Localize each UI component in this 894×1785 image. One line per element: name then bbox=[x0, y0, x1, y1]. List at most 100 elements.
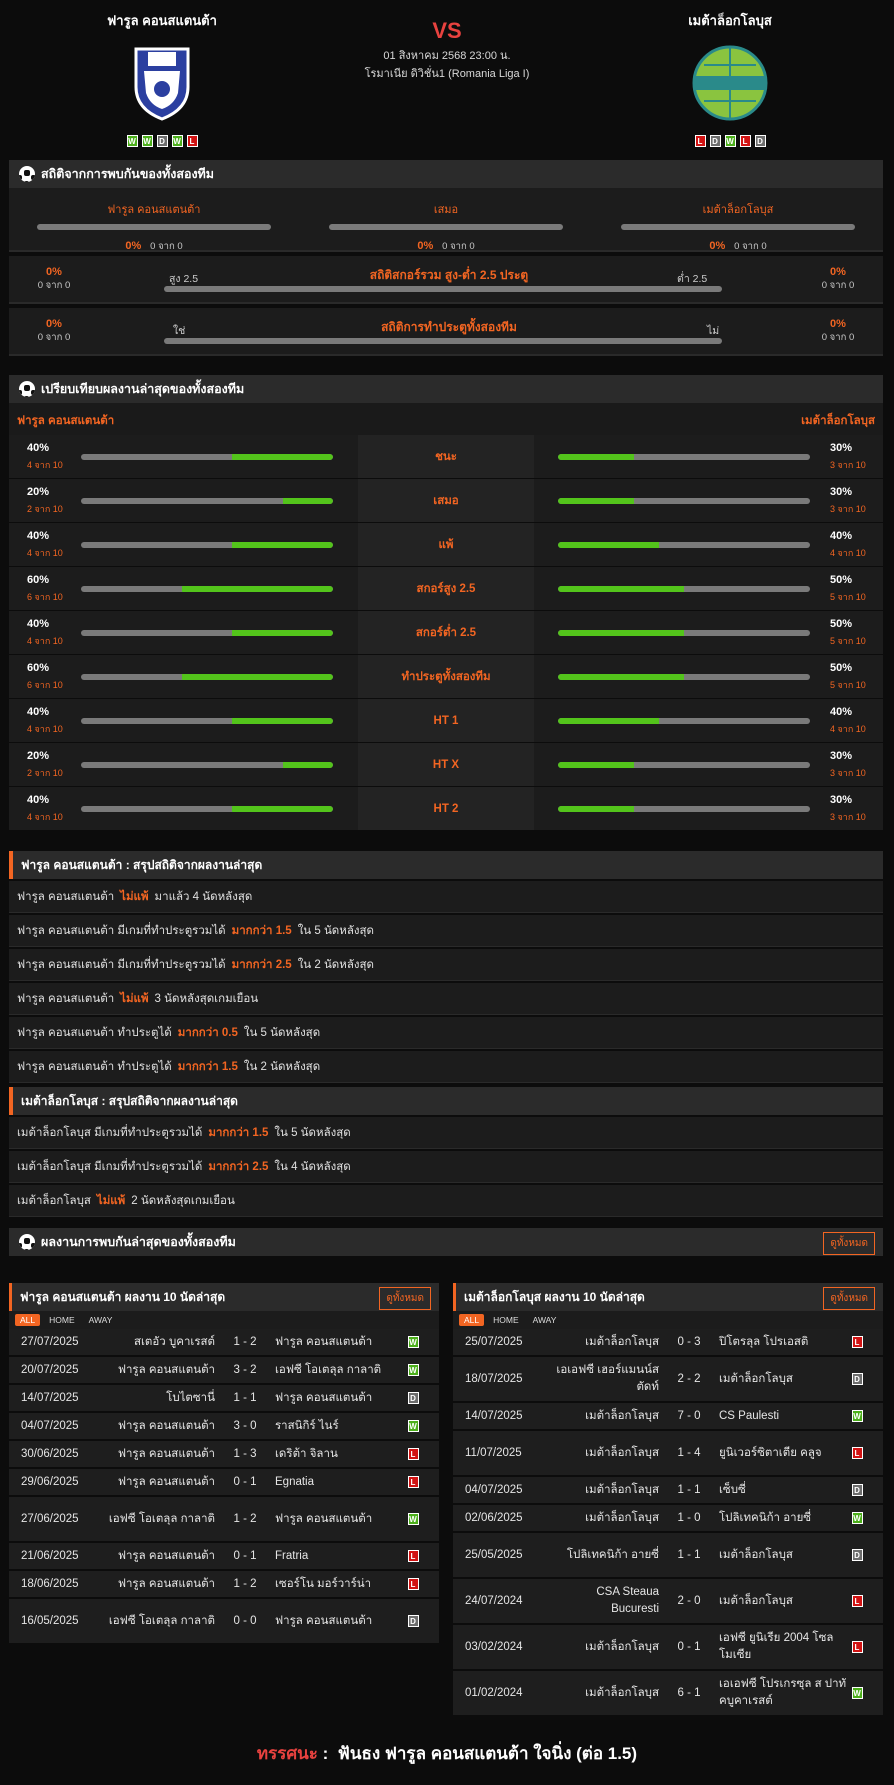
match-result: L bbox=[847, 1447, 867, 1459]
away-progress-fill bbox=[558, 762, 634, 768]
match-result: L bbox=[403, 1448, 423, 1460]
tab-away[interactable]: AWAY bbox=[84, 1314, 118, 1326]
match-home-team: ฟารูล คอนสแตนต้า bbox=[117, 1549, 215, 1562]
match-row[interactable]: 14/07/2025 เมต้าล็อกโลบุส 7 - 0 CS Paulesti… bbox=[453, 1403, 883, 1431]
match-date: 20/07/2025 bbox=[21, 1364, 79, 1376]
match-row[interactable]: 24/07/2024 CSA Steaua Bucuresti 2 - 0 เมต้า… bbox=[453, 1579, 883, 1625]
away-pct: 50% bbox=[830, 618, 853, 630]
home-matches-title: ฟารูล คอนสแตนต้า ผลงาน 10 นัดล่าสุด bbox=[20, 1289, 226, 1304]
summary-highlight: มากกว่า 2.5 bbox=[208, 1160, 269, 1173]
match-row[interactable]: 25/05/2025 โปลิเทคนิก้า อายซี่ 1 - 1 เมต้าล… bbox=[453, 1533, 883, 1579]
match-home-team: เมต้าล็อกโลบุส bbox=[585, 1446, 659, 1459]
home-matches-view-all-button[interactable]: ดูทั้งหมด bbox=[379, 1287, 431, 1310]
h2h-home-count: 0 จาก 0 bbox=[150, 241, 183, 252]
match-date: 27/06/2025 bbox=[21, 1513, 79, 1525]
match-score: 3 - 0 bbox=[233, 1420, 257, 1432]
home-progress-bar bbox=[81, 498, 333, 504]
tab-home[interactable]: HOME bbox=[488, 1314, 524, 1326]
away-count: 3 จาก 10 bbox=[830, 812, 866, 822]
home-progress-fill bbox=[181, 586, 333, 592]
match-row[interactable]: 27/07/2025 สเตอัว บูคาเรสต์ 1 - 2 ฟารูล คอน… bbox=[9, 1329, 439, 1357]
match-row[interactable]: 16/05/2025 เอฟซี โอเตลุล กาลาติ 0 - 0 ฟารูล… bbox=[9, 1599, 439, 1645]
match-away-team: เซอร์โน มอร์วาร์น่า bbox=[275, 1577, 372, 1590]
away-matches-view-all-button[interactable]: ดูทั้งหมด bbox=[823, 1287, 875, 1310]
compare-away-side: 40% 4 จาก 10 bbox=[534, 699, 883, 742]
match-row[interactable]: 18/07/2025 เอเอฟซี เฮอร์แมนน์สตัดท์ 2 - 2 เ… bbox=[453, 1357, 883, 1403]
match-row[interactable]: 02/06/2025 เมต้าล็อกโลบุส 1 - 0 โปลิเทคนิก้… bbox=[453, 1505, 883, 1533]
away-progress-fill bbox=[558, 806, 634, 812]
match-row[interactable]: 14/07/2025 โบไตซานี่ 1 - 1 ฟารูล คอนสแตนต้า… bbox=[9, 1385, 439, 1413]
h2h-draw-label: เสมอ bbox=[433, 204, 459, 216]
compare-row: 40% 4 จาก 10 ชนะ 30% 3 จาก 10 bbox=[9, 435, 883, 479]
compare-section: เปรียบเทียบผลงานล่าสุดของทั้งสองทีม ฟารู… bbox=[9, 375, 883, 831]
match-row[interactable]: 21/06/2025 ฟารูล คอนสแตนต้า 0 - 1 Fratria L bbox=[9, 1543, 439, 1571]
compare-away-side: 30% 3 จาก 10 bbox=[534, 479, 883, 522]
match-row[interactable]: 30/06/2025 ฟารูล คอนสแตนต้า 1 - 3 เดริต้า จ… bbox=[9, 1441, 439, 1469]
result-badge-w: W bbox=[851, 1410, 863, 1422]
match-away-team: Egnatia bbox=[275, 1475, 315, 1488]
compare-away-label: เมต้าล็อกโลบุส bbox=[801, 415, 875, 427]
summary-suffix: ใน 4 นัดหลังสุด bbox=[274, 1160, 351, 1173]
away-progress-fill bbox=[558, 498, 634, 504]
match-row[interactable]: 20/07/2025 ฟารูล คอนสแตนต้า 3 - 2 เอฟซี โอเ… bbox=[9, 1357, 439, 1385]
match-score: 1 - 1 bbox=[233, 1392, 257, 1404]
home-count: 4 จาก 10 bbox=[27, 460, 63, 470]
summary-row: ฟารูล คอนสแตนต้า มีเกมที่ทำประตูรวมได้ มา… bbox=[9, 915, 883, 947]
summary-row: เมต้าล็อกโลบุส มีเกมที่ทำประตูรวมได้ มากก… bbox=[9, 1117, 883, 1149]
result-badge-l: L bbox=[407, 1448, 419, 1460]
btts-right-label: ไม่ bbox=[707, 325, 720, 337]
match-away-team: โปลิเทคนิก้า อายซี่ bbox=[719, 1511, 812, 1524]
btts-right-pct: 0% bbox=[830, 318, 846, 330]
h2h-home-bar bbox=[37, 224, 271, 230]
match-home-team: เอเอฟซี เฮอร์แมนน์สตัดท์ bbox=[556, 1364, 659, 1393]
match-row[interactable]: 04/07/2025 ฟารูล คอนสแตนต้า 3 - 0 ราสนิกิร์… bbox=[9, 1413, 439, 1441]
summary-text: ฟารูล คอนสแตนต้า ทำประตูได้ bbox=[17, 1060, 172, 1073]
result-badge-l: L bbox=[851, 1447, 863, 1459]
away-matches-header: เมต้าล็อกโลบุส ผลงาน 10 นัดล่าสุด ดูทั้งห… bbox=[453, 1283, 883, 1311]
away-progress-bar bbox=[558, 542, 810, 548]
away-team[interactable]: เมต้าล็อกโลบุส LDWLD bbox=[630, 10, 830, 147]
home-progress-fill bbox=[232, 718, 333, 724]
match-row[interactable]: 18/06/2025 ฟารูล คอนสแตนต้า 1 - 2 เซอร์โน ม… bbox=[9, 1571, 439, 1599]
match-away-team: ฟารูล คอนสแตนต้า bbox=[275, 1614, 373, 1627]
match-score: 1 - 1 bbox=[677, 1484, 701, 1496]
recent-title: ผลงานการพบกันล่าสุดของทั้งสองทีม bbox=[41, 1235, 236, 1249]
tab-home[interactable]: HOME bbox=[44, 1314, 80, 1326]
compare-label: เสมอ bbox=[358, 479, 534, 522]
match-result: L bbox=[847, 1336, 867, 1348]
away-matches-tabs: ALL HOME AWAY bbox=[453, 1311, 883, 1329]
tab-all[interactable]: ALL bbox=[459, 1314, 485, 1326]
away-progress-fill bbox=[558, 454, 634, 460]
match-home-team: เมต้าล็อกโลบุส bbox=[585, 1640, 659, 1653]
match-row[interactable]: 04/07/2025 เมต้าล็อกโลบุส 1 - 1 เซ็บซี่ D bbox=[453, 1477, 883, 1505]
match-row[interactable]: 25/07/2025 เมต้าล็อกโลบุส 0 - 3 ปิโตรลุล โป… bbox=[453, 1329, 883, 1357]
recent-view-all-button[interactable]: ดูทั้งหมด bbox=[823, 1232, 875, 1255]
away-count: 4 จาก 10 bbox=[830, 548, 866, 558]
summary-suffix: ใน 2 นัดหลังสุด bbox=[243, 1060, 321, 1073]
match-home-team: ฟารูล คอนสแตนต้า bbox=[117, 1419, 215, 1432]
prediction-text: ฟันธง ฟารูล คอนสแตนต้า ใจนิ่ง (ต่อ 1.5) bbox=[337, 1744, 638, 1763]
result-badge-l: L bbox=[851, 1336, 863, 1348]
h2h-draw-bar bbox=[329, 224, 563, 230]
ou-title: สถิติสกอร์รวม สูง-ต่ำ 2.5 ประตู bbox=[369, 268, 529, 282]
match-row[interactable]: 11/07/2025 เมต้าล็อกโลบุส 1 - 4 ยูนิเวอร์ซิ… bbox=[453, 1431, 883, 1477]
match-score: 1 - 1 bbox=[677, 1549, 701, 1561]
result-badge-w: W bbox=[407, 1513, 419, 1525]
match-row[interactable]: 01/02/2024 เมต้าล็อกโลบุส 6 - 1 เอเอฟซี โปร… bbox=[453, 1671, 883, 1717]
result-badge-d: D bbox=[407, 1615, 419, 1627]
match-home-team: เอฟซี โอเตลุล กาลาติ bbox=[108, 1614, 215, 1627]
match-row[interactable]: 27/06/2025 เอฟซี โอเตลุล กาลาติ 1 - 2 ฟารูล… bbox=[9, 1497, 439, 1543]
summary-row: ฟารูล คอนสแตนต้า ทำประตูได้ มากกว่า 1.5 ใน… bbox=[9, 1051, 883, 1083]
home-summary-header: ฟารูล คอนสแตนต้า : สรุปสถิติจากผลงานล่าส… bbox=[9, 851, 883, 879]
home-count: 6 จาก 10 bbox=[27, 680, 63, 690]
match-score: 7 - 0 bbox=[677, 1410, 701, 1422]
match-row[interactable]: 03/02/2024 เมต้าล็อกโลบุส 0 - 1 เอฟซี ยูนิเ… bbox=[453, 1625, 883, 1671]
tab-all[interactable]: ALL bbox=[15, 1314, 41, 1326]
summary-text: เมต้าล็อกโลบุส bbox=[17, 1194, 91, 1207]
tab-away[interactable]: AWAY bbox=[528, 1314, 562, 1326]
compare-label: ทำประตูทั้งสองทีม bbox=[358, 655, 534, 698]
match-row[interactable]: 29/06/2025 ฟารูล คอนสแตนต้า 0 - 1 Egnatia L bbox=[9, 1469, 439, 1497]
summary-text: ฟารูล คอนสแตนต้า มีเกมที่ทำประตูรวมได้ bbox=[17, 958, 226, 971]
home-progress-bar bbox=[81, 586, 333, 592]
match-date: 02/06/2025 bbox=[465, 1512, 523, 1524]
